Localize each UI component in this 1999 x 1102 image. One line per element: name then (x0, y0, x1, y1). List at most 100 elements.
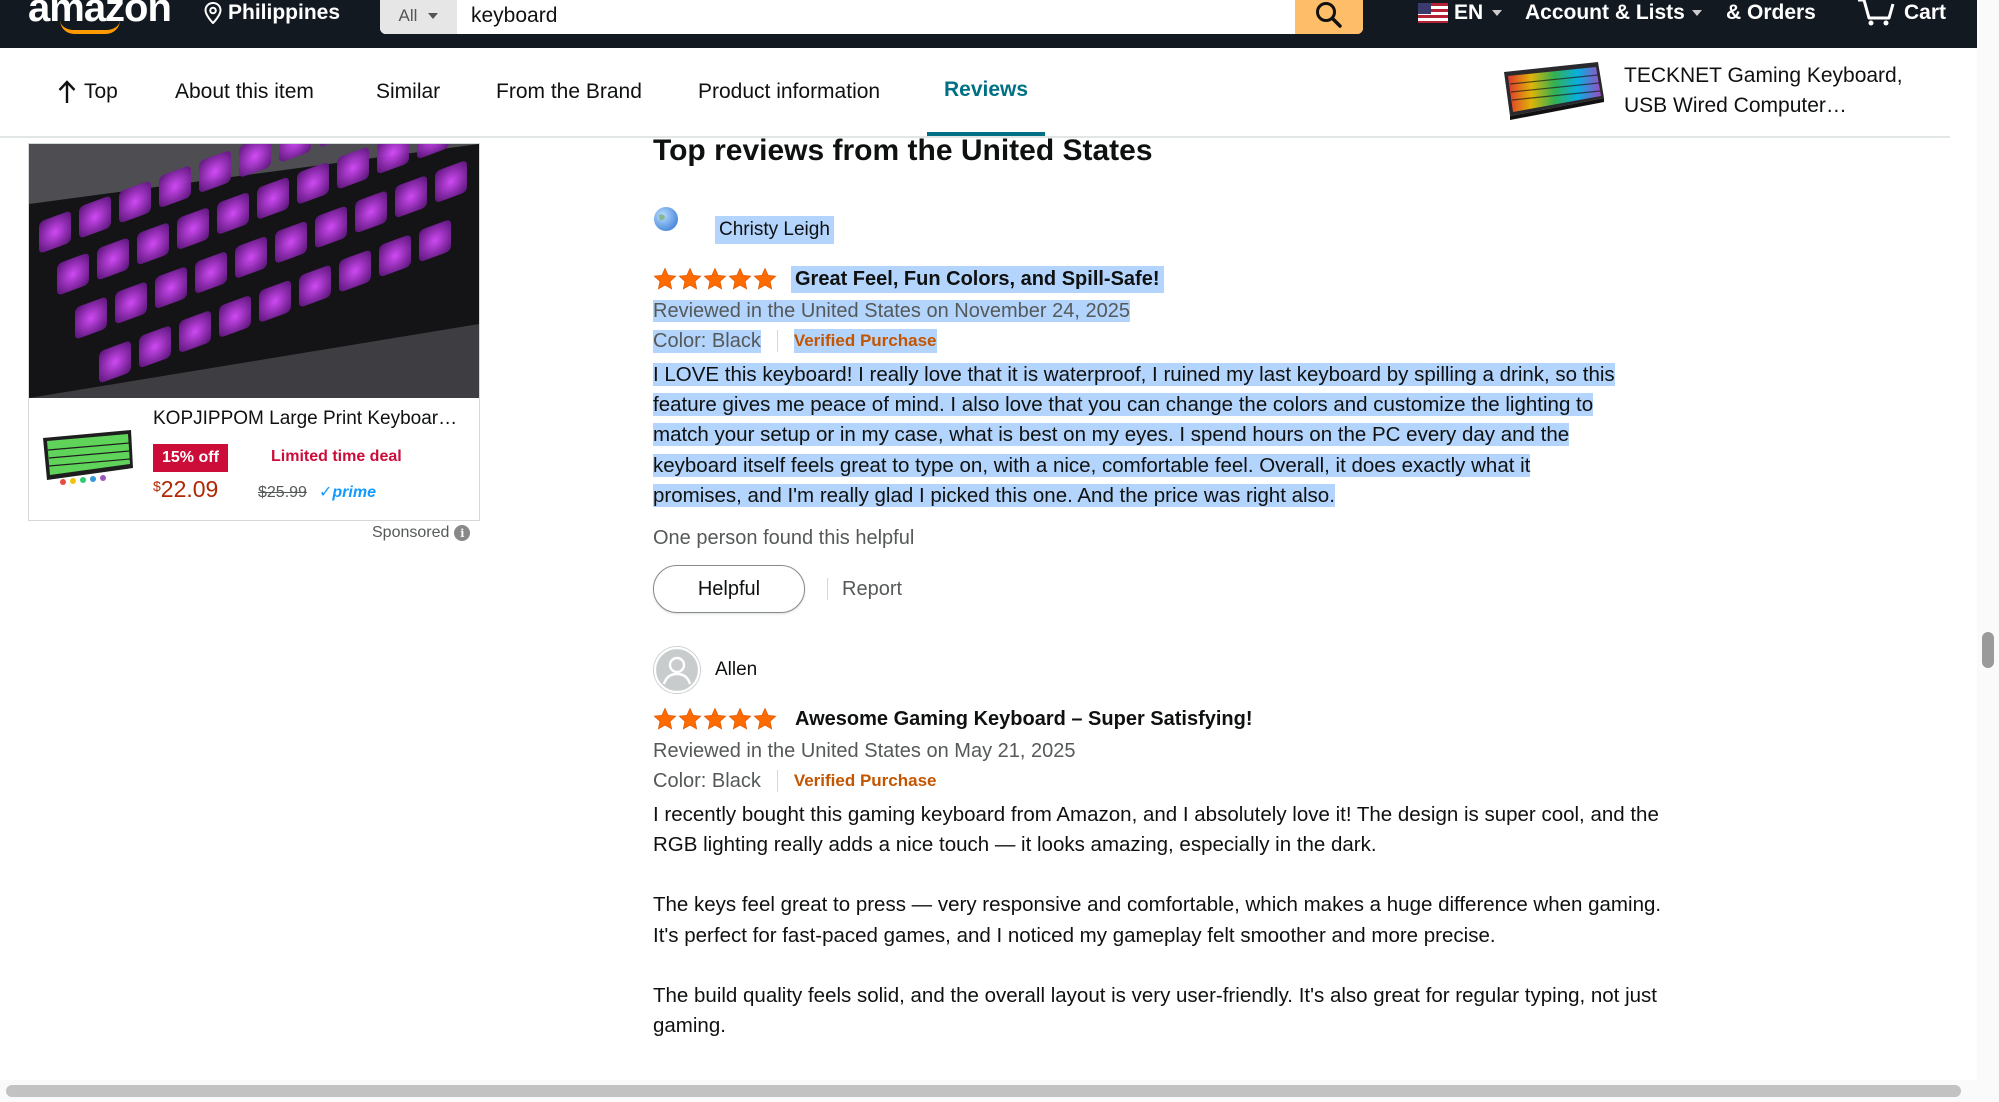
prime-label: prime (332, 484, 376, 501)
chevron-down-icon (1691, 10, 1702, 16)
reviews-heading: Top reviews from the United States (653, 134, 1153, 167)
account-label: Account & Lists (1525, 1, 1685, 24)
review-color-variant[interactable]: Color: Black (653, 770, 761, 793)
sponsored-label[interactable]: Sponsored i (372, 524, 471, 542)
sponsored-text: Sponsored (372, 524, 450, 541)
helpful-count: One person found this helpful (653, 527, 915, 550)
sponsored-ad-card[interactable]: KOPJIPPOM Large Print Keyboar… 15% off L… (28, 45, 511, 521)
nav-about-this-item[interactable]: About this item (175, 48, 314, 136)
avatar-icon (653, 646, 701, 694)
flag-us-icon (1418, 3, 1448, 23)
nav-from-the-brand[interactable]: From the Brand (496, 48, 642, 136)
language-selector[interactable]: EN (1418, 0, 1503, 26)
info-icon[interactable]: i (454, 525, 471, 541)
search-category-label: All (398, 6, 418, 25)
cart-button[interactable]: Cart (1856, 0, 1946, 26)
star-icon (653, 707, 677, 730)
location-pin-icon (204, 2, 222, 24)
discount-badge: 15% off (153, 444, 228, 472)
account-and-lists[interactable]: Account & Lists (1525, 0, 1702, 26)
cart-label: Cart (1904, 1, 1947, 24)
product-thumbnail (1504, 62, 1604, 120)
up-arrow-icon (58, 80, 76, 103)
review-title[interactable]: Awesome Gaming Keyboard – Super Satisfyi… (791, 706, 1257, 733)
chevron-down-icon (428, 13, 439, 19)
product-section-nav: Top About this item Similar From the Bra… (0, 48, 1950, 138)
price-value: 22.09 (160, 476, 219, 502)
search-category-dropdown[interactable]: All (380, 0, 457, 34)
review-card: Allen Awesome Gaming Keyboard – Super Sa… (653, 646, 1683, 1041)
vertical-scrollbar-thumb[interactable] (1982, 632, 1994, 668)
star-rating[interactable] (653, 707, 777, 731)
ad-keyboard-image[interactable] (29, 45, 511, 398)
reviewer-profile[interactable]: Christy Leigh (653, 206, 1683, 254)
review-body-line: I LOVE this keyboard! I really love that… (653, 363, 1615, 386)
nav-reviews[interactable]: Reviews (927, 48, 1045, 136)
review-date: Reviewed in the United States on May 21,… (653, 740, 1076, 762)
star-icon (678, 267, 702, 290)
nav-similar[interactable]: Similar (376, 48, 440, 136)
chevron-down-icon (1492, 10, 1503, 16)
report-link[interactable]: Report (842, 578, 902, 601)
review-color-variant[interactable]: Color: Black (653, 329, 761, 353)
cart-icon (1858, 0, 1895, 26)
sticky-product-summary[interactable]: TECKNET Gaming Keyboard, USB Wired Compu… (1500, 58, 1924, 124)
review-body-line: match your setup or in my case, what is … (653, 423, 1570, 447)
helpful-button[interactable]: Helpful (653, 565, 805, 614)
returns-and-orders[interactable]: & Orders (1726, 0, 1816, 26)
star-icon (703, 707, 727, 730)
review-title[interactable]: Great Feel, Fun Colors, and Spill-Safe! (791, 265, 1164, 293)
review-date-text: Reviewed in the United States on Novembe… (653, 300, 1130, 322)
ad-product-thumbnail[interactable] (41, 428, 135, 486)
review-meta: Color: Black Verified Purchase (653, 326, 1683, 356)
review-body-line: feature gives me peace of mind. I also l… (653, 393, 1594, 417)
review-date: Reviewed in the United States on Novembe… (653, 296, 1683, 326)
star-icon (728, 707, 752, 730)
divider (776, 770, 778, 792)
nav-product-information[interactable]: Product information (698, 48, 880, 136)
star-icon (678, 707, 702, 730)
review-paragraph: I recently bought this gaming keyboard f… (653, 803, 1659, 857)
review-paragraph: The keys feel great to press — very resp… (653, 893, 1662, 947)
prime-badge: ✓prime (319, 484, 376, 501)
divider (827, 578, 828, 601)
horizontal-scrollbar-thumb[interactable] (6, 1085, 1961, 1097)
deliver-location-label: Philippines (228, 1, 341, 24)
reviewer-name[interactable]: Allen (715, 659, 757, 681)
verified-purchase-badge: Verified Purchase (793, 771, 937, 790)
star-icon (753, 707, 777, 730)
top-header: amazon Philippines All EN Account & List… (0, 0, 1977, 48)
search-input[interactable] (457, 0, 1295, 34)
language-label: EN (1454, 1, 1484, 24)
avatar-icon (653, 206, 701, 254)
review-actions: Helpful Report (653, 565, 1683, 614)
reviewer-name[interactable]: Christy Leigh (715, 216, 834, 244)
deliver-to-location[interactable]: Philippines (204, 0, 340, 26)
price-currency: $ (153, 478, 161, 494)
verified-purchase-badge: Verified Purchase (793, 329, 937, 353)
star-icon (703, 267, 727, 290)
rating-row: Awesome Gaming Keyboard – Super Satisfyi… (653, 704, 1683, 734)
star-icon (728, 267, 752, 290)
deal-label: Limited time deal (271, 448, 402, 465)
search-button[interactable] (1295, 0, 1363, 34)
orders-label: & Orders (1726, 1, 1816, 24)
search-bar: All (380, 0, 1363, 34)
divider (776, 330, 778, 352)
review-paragraph: The build quality feels solid, and the o… (653, 983, 1657, 1038)
list-price: $25.99 (258, 484, 307, 501)
ad-price: $ 22.09 (153, 476, 218, 503)
vertical-scrollbar[interactable] (1977, 0, 1999, 1102)
nav-top[interactable]: Top (58, 48, 118, 136)
review-card: Christy Leigh Great Feel, Fun Colors, an… (653, 206, 1683, 614)
amazon-logo-smile (60, 20, 120, 34)
ad-product-title[interactable]: KOPJIPPOM Large Print Keyboar… (153, 408, 473, 430)
star-icon (653, 267, 677, 290)
reviewer-profile[interactable]: Allen (653, 646, 1683, 694)
review-body-line: promises, and I'm really glad I picked t… (653, 483, 1335, 507)
review-body: I recently bought this gaming keyboard f… (653, 800, 1683, 1041)
star-rating[interactable] (653, 267, 777, 291)
ad-details: KOPJIPPOM Large Print Keyboar… 15% off L… (29, 398, 479, 520)
sticky-product-title[interactable]: TECKNET Gaming Keyboard, USB Wired Compu… (1624, 61, 1924, 121)
rating-row: Great Feel, Fun Colors, and Spill-Safe! (653, 264, 1683, 294)
